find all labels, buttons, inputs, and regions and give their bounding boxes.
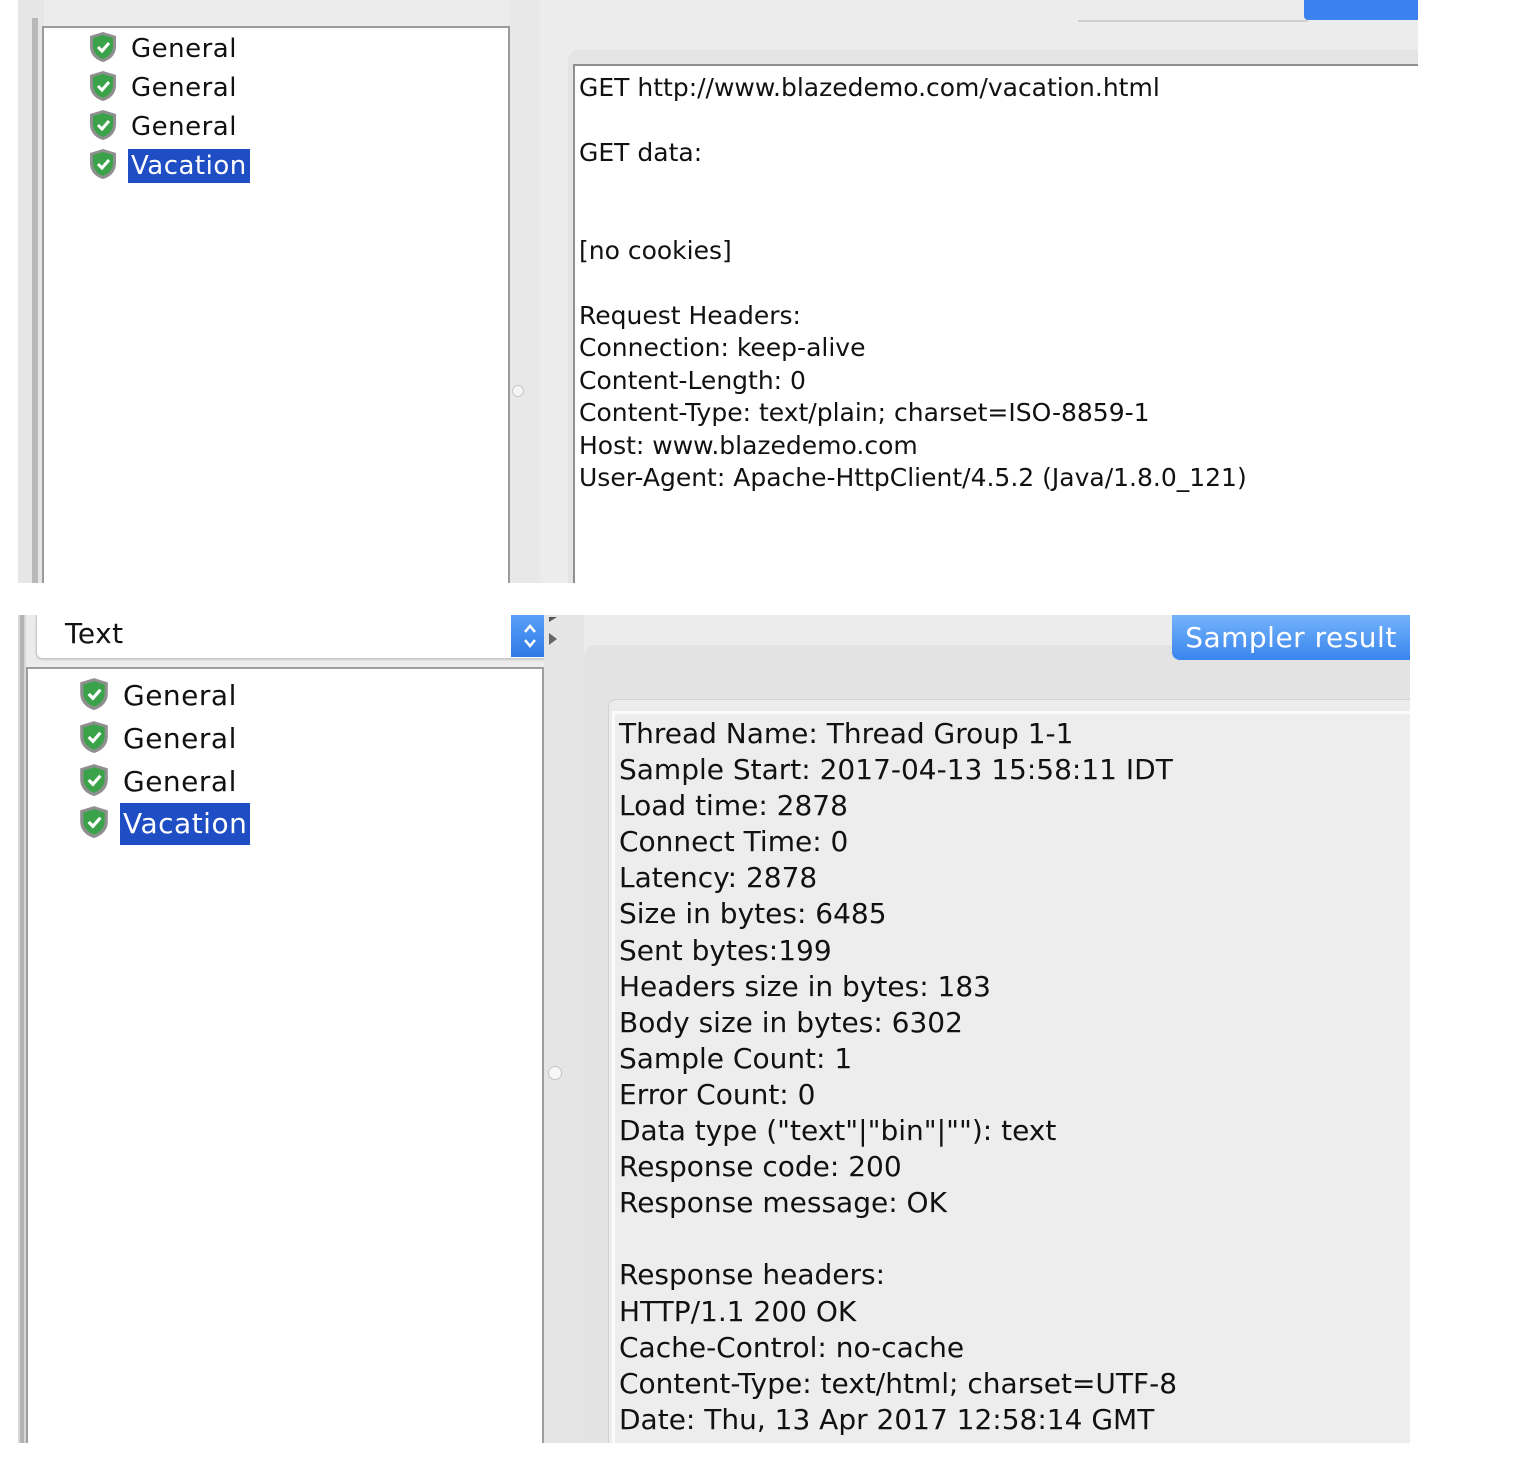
tree-item-label: General xyxy=(123,765,237,798)
request-line: Connection: keep-alive xyxy=(579,333,866,362)
renderer-select[interactable]: Text xyxy=(36,615,550,659)
request-line: Content-Length: 0 xyxy=(579,365,806,395)
tree-item[interactable]: General xyxy=(78,677,240,715)
result-line: HTTP/1.1 200 OK xyxy=(619,1294,857,1328)
request-view-screenshot: General General General Vacation GET htt… xyxy=(18,0,1418,583)
tab-bar xyxy=(1078,0,1418,22)
request-line: Host: www.blazedemo.com xyxy=(579,430,918,460)
shield-check-icon xyxy=(78,677,110,715)
result-line: Connect Time: 0 xyxy=(619,825,849,859)
tree-item-label: General xyxy=(131,73,237,103)
result-line: Date: Thu, 13 Apr 2017 12:58:14 GMT xyxy=(619,1402,1155,1436)
divider-handle[interactable] xyxy=(512,385,524,397)
shield-check-icon xyxy=(78,720,110,758)
shield-check-icon xyxy=(88,31,118,67)
request-line xyxy=(579,202,1247,235)
request-line: Request Headers: xyxy=(579,300,801,330)
tree-item-selected[interactable]: Vacation xyxy=(78,803,251,845)
result-line: Headers size in bytes: 183 xyxy=(619,969,991,1003)
request-line: GET http://www.blazedemo.com/vacation.ht… xyxy=(579,73,1160,102)
tree-item[interactable]: General xyxy=(88,71,240,105)
result-line: Response message: OK xyxy=(619,1186,947,1220)
result-line: Response code: 200 xyxy=(619,1150,902,1184)
tree-item[interactable]: General xyxy=(78,720,240,758)
result-line: Data type ("text"|"bin"|""): text xyxy=(619,1114,1057,1148)
result-line: Content-Type: text/html; charset=UTF-8 xyxy=(619,1366,1178,1400)
result-line: Sent bytes:199 xyxy=(619,933,832,967)
renderer-select-value: Text xyxy=(65,617,124,650)
shield-check-icon xyxy=(88,70,118,106)
tree-item-label: General xyxy=(123,679,237,712)
sampler-result-text: Thread Name: Thread Group 1-1 Sample Star… xyxy=(619,716,1177,1438)
collapse-arrows[interactable] xyxy=(546,615,562,654)
tree-item[interactable]: General xyxy=(88,32,240,66)
split-pane-divider[interactable] xyxy=(510,0,540,583)
tree-item[interactable]: General xyxy=(78,763,240,801)
request-line xyxy=(579,267,1247,300)
result-line: Size in bytes: 6485 xyxy=(619,897,887,931)
tree-item-label: General xyxy=(123,722,237,755)
request-text-area[interactable]: GET http://www.blazedemo.com/vacation.ht… xyxy=(573,64,1418,583)
sampler-result-text-area[interactable]: Thread Name: Thread Group 1-1 Sample Star… xyxy=(612,711,1410,1443)
result-line: Body size in bytes: 6302 xyxy=(619,1005,963,1039)
triangle-arrow-icon[interactable] xyxy=(546,615,562,651)
request-line: User-Agent: Apache-HttpClient/4.5.2 (Jav… xyxy=(579,463,1247,492)
tree-item-label: Vacation xyxy=(120,803,251,845)
shield-check-icon xyxy=(88,148,118,184)
result-line: Load time: 2878 xyxy=(619,789,848,823)
tab-sampler-result[interactable]: Sampler result xyxy=(1172,615,1410,660)
request-line: GET data: xyxy=(579,138,703,167)
tab[interactable] xyxy=(1078,0,1308,22)
tree-item[interactable]: General xyxy=(88,110,240,144)
result-line: Latency: 2878 xyxy=(619,861,818,895)
request-line xyxy=(579,170,1247,203)
shield-check-icon xyxy=(78,763,110,801)
tab-active[interactable] xyxy=(1304,0,1418,20)
sampler-result-screenshot: Text General General General Vacation Sa… xyxy=(18,615,1410,1443)
tree-item-label: General xyxy=(131,34,237,64)
shield-check-icon xyxy=(78,805,110,843)
result-line xyxy=(619,1221,1177,1257)
result-line: Sample Start: 2017-04-13 15:58:11 IDT xyxy=(619,753,1173,787)
tree-item-selected[interactable]: Vacation xyxy=(88,149,250,183)
results-tree-panel: General General General Vacation xyxy=(26,667,544,1443)
tree-item-label: Vacation xyxy=(128,149,250,183)
result-line: Cache-Control: no-cache xyxy=(619,1330,965,1364)
result-line: Thread Name: Thread Group 1-1 xyxy=(619,717,1074,750)
result-line: Sample Count: 1 xyxy=(619,1041,853,1075)
tree-item-label: General xyxy=(131,112,237,142)
request-line xyxy=(579,105,1247,138)
shield-check-icon xyxy=(88,109,118,145)
request-line: Content-Type: text/plain; charset=ISO-88… xyxy=(579,398,1150,427)
result-line: Response headers: xyxy=(619,1258,886,1292)
left-border xyxy=(18,0,44,583)
request-line: [no cookies] xyxy=(579,235,732,265)
divider-handle[interactable] xyxy=(548,1066,562,1080)
request-text: GET http://www.blazedemo.com/vacation.ht… xyxy=(579,72,1247,495)
results-tree-panel: General General General Vacation xyxy=(42,26,510,583)
left-border xyxy=(18,615,26,1443)
result-line: Error Count: 0 xyxy=(619,1077,816,1111)
split-pane-divider[interactable] xyxy=(544,615,584,1443)
